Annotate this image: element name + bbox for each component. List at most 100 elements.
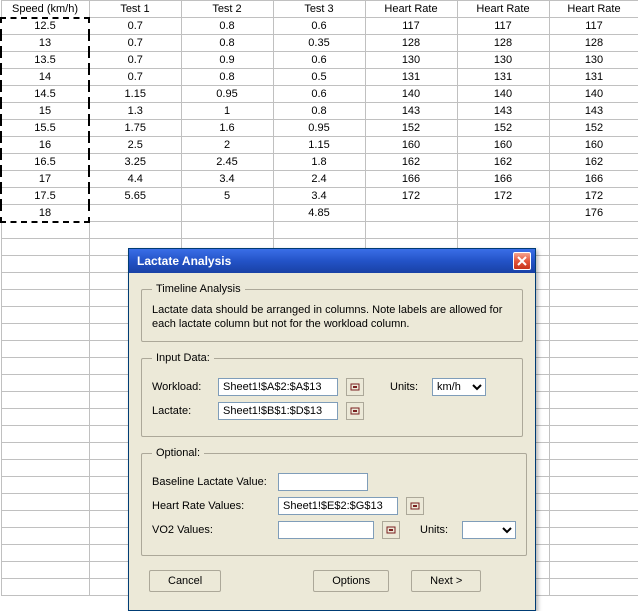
cell[interactable] [89, 205, 181, 222]
cell[interactable]: 15.5 [1, 120, 89, 137]
cell[interactable]: 15 [1, 103, 89, 120]
cell[interactable]: 143 [457, 103, 549, 120]
cell[interactable]: 5.65 [89, 188, 181, 205]
cell[interactable]: 1.15 [89, 86, 181, 103]
cell[interactable] [549, 426, 638, 443]
cell[interactable]: 172 [457, 188, 549, 205]
range-picker-icon[interactable] [382, 521, 400, 539]
cell[interactable]: 152 [549, 120, 638, 137]
col-header[interactable]: Heart Rate [549, 1, 638, 18]
cell[interactable]: 0.7 [89, 69, 181, 86]
cell[interactable]: 0.35 [273, 35, 365, 52]
cell[interactable]: 0.6 [273, 86, 365, 103]
cell[interactable] [89, 222, 181, 239]
cell[interactable] [1, 307, 89, 324]
cell[interactable]: 1.3 [89, 103, 181, 120]
cell[interactable] [1, 358, 89, 375]
cell[interactable]: 1.75 [89, 120, 181, 137]
cell[interactable]: 17.5 [1, 188, 89, 205]
cell[interactable]: 16 [1, 137, 89, 154]
cell[interactable]: 2 [181, 137, 273, 154]
next-button[interactable]: Next > [411, 570, 481, 592]
cell[interactable] [1, 579, 89, 596]
cell[interactable]: 143 [365, 103, 457, 120]
cell[interactable]: 14.5 [1, 86, 89, 103]
cell[interactable]: 160 [457, 137, 549, 154]
cell[interactable]: 166 [457, 171, 549, 188]
cell[interactable]: 0.6 [273, 52, 365, 69]
range-picker-icon[interactable] [346, 402, 364, 420]
cell[interactable] [181, 222, 273, 239]
cell[interactable] [549, 562, 638, 579]
cell[interactable] [457, 205, 549, 222]
cell[interactable] [1, 341, 89, 358]
cell[interactable] [181, 205, 273, 222]
cell[interactable]: 2.45 [181, 154, 273, 171]
cell[interactable]: 160 [365, 137, 457, 154]
cell[interactable]: 4.85 [273, 205, 365, 222]
cell[interactable]: 16.5 [1, 154, 89, 171]
cell[interactable] [549, 222, 638, 239]
cell[interactable] [549, 460, 638, 477]
hr-input[interactable] [278, 497, 398, 515]
cell[interactable]: 172 [549, 188, 638, 205]
cell[interactable]: 13 [1, 35, 89, 52]
cell[interactable]: 143 [549, 103, 638, 120]
close-icon[interactable] [513, 252, 531, 270]
cell[interactable] [1, 494, 89, 511]
cell[interactable]: 140 [549, 86, 638, 103]
cell[interactable]: 166 [549, 171, 638, 188]
cell[interactable]: 12.5 [1, 18, 89, 35]
cell[interactable]: 117 [549, 18, 638, 35]
cell[interactable]: 18 [1, 205, 89, 222]
dialog-titlebar[interactable]: Lactate Analysis [129, 249, 535, 273]
cell[interactable] [457, 222, 549, 239]
cell[interactable]: 17 [1, 171, 89, 188]
cell[interactable]: 0.8 [181, 69, 273, 86]
cell[interactable]: 0.9 [181, 52, 273, 69]
cell[interactable] [549, 392, 638, 409]
cell[interactable] [1, 409, 89, 426]
cell[interactable]: 3.4 [273, 188, 365, 205]
options-button[interactable]: Options [313, 570, 389, 592]
cell[interactable]: 1.6 [181, 120, 273, 137]
cell[interactable]: 13.5 [1, 52, 89, 69]
cell[interactable] [1, 239, 89, 256]
cell[interactable] [549, 324, 638, 341]
cell[interactable]: 0.7 [89, 52, 181, 69]
cell[interactable]: 0.8 [181, 35, 273, 52]
cell[interactable]: 0.7 [89, 18, 181, 35]
cell[interactable] [1, 290, 89, 307]
cell[interactable]: 1.15 [273, 137, 365, 154]
cell[interactable]: 0.95 [273, 120, 365, 137]
cell[interactable]: 0.6 [273, 18, 365, 35]
cell[interactable] [1, 562, 89, 579]
cell[interactable] [1, 222, 89, 239]
cell[interactable]: 160 [549, 137, 638, 154]
cell[interactable] [549, 545, 638, 562]
cell[interactable] [1, 528, 89, 545]
cell[interactable] [1, 511, 89, 528]
cell[interactable] [549, 477, 638, 494]
workload-input[interactable] [218, 378, 338, 396]
cell[interactable] [1, 273, 89, 290]
cell[interactable]: 1 [181, 103, 273, 120]
range-picker-icon[interactable] [406, 497, 424, 515]
cancel-button[interactable]: Cancel [149, 570, 221, 592]
cell[interactable] [1, 545, 89, 562]
cell[interactable]: 152 [457, 120, 549, 137]
cell[interactable]: 140 [457, 86, 549, 103]
col-header[interactable]: Heart Rate [457, 1, 549, 18]
cell[interactable] [1, 426, 89, 443]
baseline-input[interactable] [278, 473, 368, 491]
cell[interactable]: 0.8 [273, 103, 365, 120]
cell[interactable] [549, 511, 638, 528]
lactate-input[interactable] [218, 402, 338, 420]
cell[interactable] [549, 239, 638, 256]
cell[interactable] [549, 409, 638, 426]
cell[interactable]: 2.5 [89, 137, 181, 154]
col-header[interactable]: Test 1 [89, 1, 181, 18]
units-select[interactable]: km/h [432, 378, 486, 396]
cell[interactable]: 128 [365, 35, 457, 52]
cell[interactable] [1, 324, 89, 341]
